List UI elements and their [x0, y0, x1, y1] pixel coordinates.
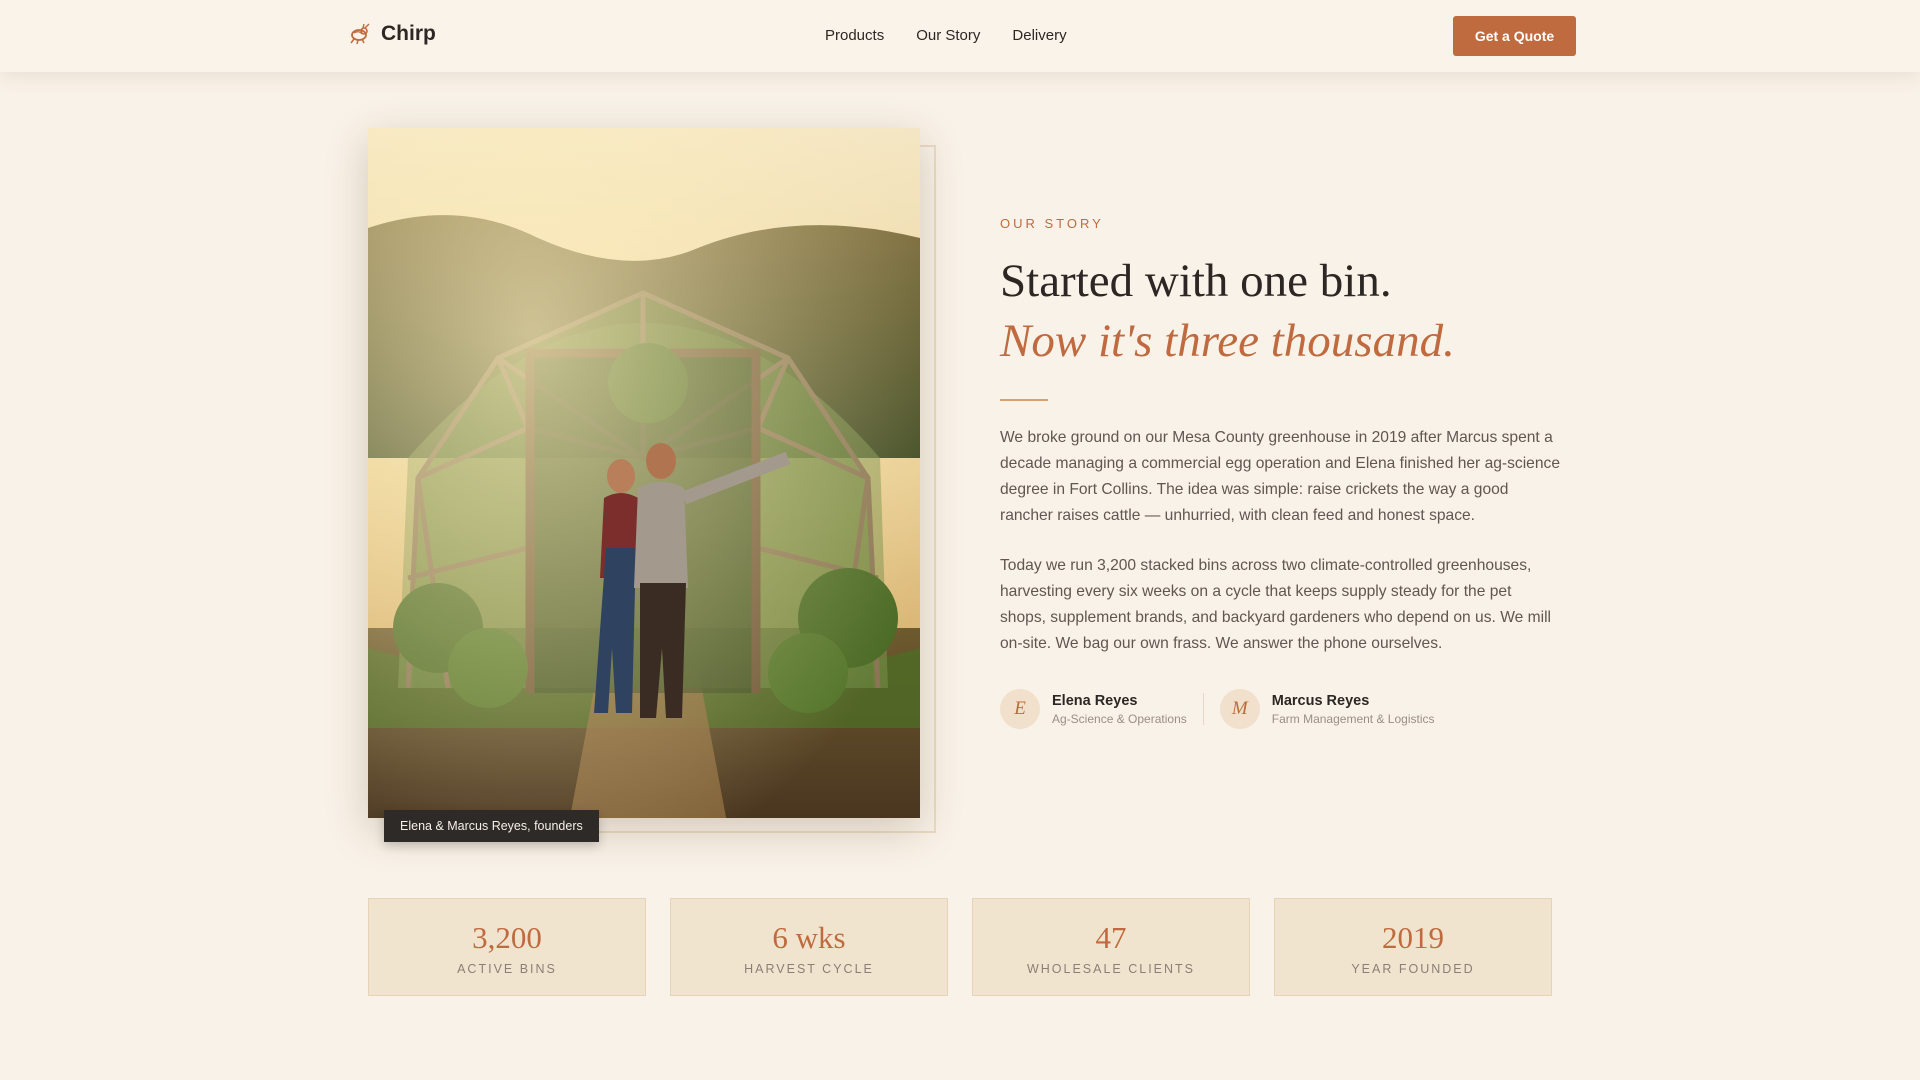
heading-divider — [1000, 399, 1048, 401]
stat-value: 3,200 — [472, 920, 542, 955]
founders-photo — [368, 128, 920, 818]
story-paragraph-1: We broke ground on our Mesa County green… — [1000, 429, 1560, 524]
founder-elena: E Elena Reyes Ag-Science & Operations — [1000, 689, 1187, 729]
stat-card-wholesale-clients: 47 WHOLESALE CLIENTS — [972, 898, 1250, 996]
nav-link-delivery[interactable]: Delivery — [1012, 27, 1066, 44]
story-paragraph-2: Today we run 3,200 stacked bins across t… — [1000, 557, 1552, 652]
stat-label: ACTIVE BINS — [457, 962, 557, 976]
section-eyebrow: OUR STORY — [1000, 216, 1104, 231]
story-heading-accent: Now it's three thousand. — [1000, 315, 1455, 367]
get-a-quote-button[interactable]: Get a Quote — [1453, 16, 1576, 56]
greenhouse-photo-illustration — [368, 128, 920, 818]
stat-value: 2019 — [1382, 920, 1444, 955]
brand-name: Chirp — [381, 22, 436, 45]
stat-label: WHOLESALE CLIENTS — [1026, 962, 1196, 976]
main-nav: Products Our Story Delivery — [825, 27, 1067, 44]
stat-label: YEAR FOUNDED — [1351, 962, 1475, 976]
founder-name: Elena Reyes — [1052, 692, 1138, 709]
stat-value: 6 wks — [772, 920, 846, 955]
story-heading: Started with one bin. — [1000, 255, 1392, 307]
founders-list: E Elena Reyes Ag-Science & Operations M … — [1000, 689, 1434, 729]
stat-card-harvest-cycle: 6 wks HARVEST CYCLE — [670, 898, 948, 996]
photo-caption: Elena & Marcus Reyes, founders — [384, 810, 599, 842]
founder-role: Ag-Science & Operations — [1052, 711, 1187, 726]
avatar: E — [1000, 689, 1040, 729]
brand-logo[interactable]: Chirp — [347, 22, 436, 46]
avatar: M — [1219, 689, 1260, 729]
stat-card-year-founded: 2019 YEAR FOUNDED — [1274, 898, 1552, 996]
cricket-icon — [350, 23, 370, 45]
stat-card-active-bins: 3,200 ACTIVE BINS — [368, 898, 646, 996]
nav-link-our-story[interactable]: Our Story — [916, 27, 980, 44]
stats-row: 3,200 ACTIVE BINS 6 wks HARVEST CYCLE 47… — [368, 898, 1552, 996]
stat-value: 47 — [1095, 920, 1127, 955]
founder-divider — [1202, 693, 1204, 725]
site-header: Chirp Products Our Story Delivery Get a … — [0, 0, 1920, 72]
stat-label: HARVEST CYCLE — [744, 962, 874, 976]
nav-link-products[interactable]: Products — [825, 27, 884, 44]
founder-role: Farm Management & Logistics — [1271, 711, 1435, 726]
founder-name: Marcus Reyes — [1271, 692, 1370, 709]
founder-marcus: M Marcus Reyes Farm Management & Logisti… — [1219, 689, 1435, 729]
